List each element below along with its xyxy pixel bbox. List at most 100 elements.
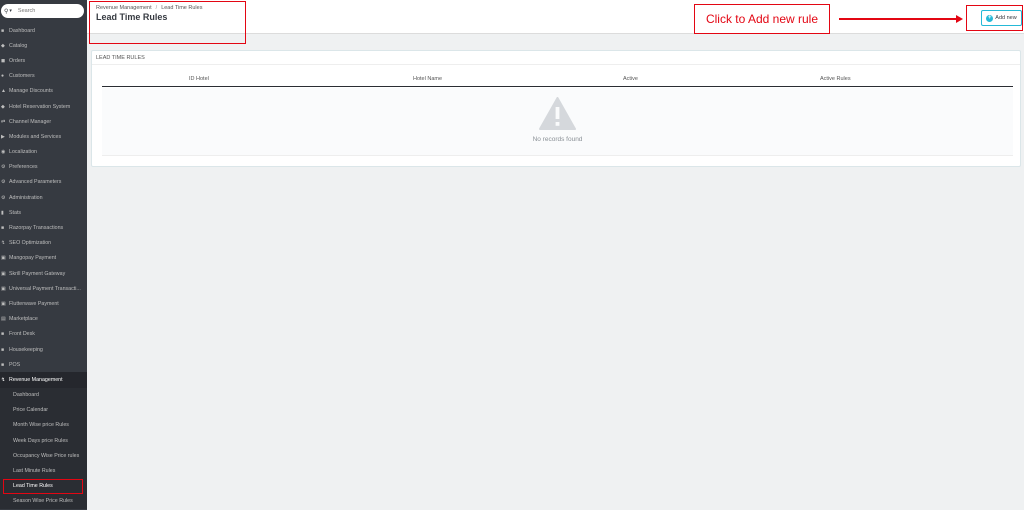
- sidebar-item-label: POS: [9, 361, 21, 368]
- catalog-icon: ◆: [1, 42, 5, 49]
- sidebar-item-label: Housekeeping: [9, 346, 43, 353]
- revenue-submenu: Dashboard Price Calendar Month Wise price …: [0, 387, 87, 509]
- page-header: Revenue Management / Lead Time Rules Lead …: [87, 0, 1024, 44]
- sidebar-item[interactable]: ↯ SEO Optimization: [0, 236, 87, 251]
- add-new-button[interactable]: + Add new: [981, 10, 1022, 26]
- annotation-arrow: [839, 18, 960, 20]
- orders-icon: ◼: [1, 57, 6, 64]
- sidebar-item[interactable]: ◆ Catalog: [0, 38, 87, 53]
- sidebar-item-label: Catalog: [9, 42, 28, 49]
- sidebar-item[interactable]: ⇄ Channel Manager: [0, 114, 87, 129]
- razorpay-icon: ■: [1, 225, 5, 232]
- pos-icon: ■: [1, 361, 5, 368]
- sidebar-item-label: Customers: [9, 73, 35, 80]
- sidebar-item-label: Channel Manager: [9, 118, 52, 125]
- sidebar-item[interactable]: ⚙ Preferences: [0, 160, 87, 175]
- sidebar-item[interactable]: ⚙ Administration: [0, 190, 87, 205]
- sidebar-item-label: Stats: [9, 209, 22, 216]
- column-active-rules[interactable]: Active Rules: [820, 76, 851, 82]
- sidebar-item-label: Front Desk: [9, 331, 35, 338]
- sidebar-item[interactable]: ▮ Stats: [0, 205, 87, 220]
- sidebar-item-label: Dashboard: [9, 27, 35, 34]
- sidebar: ⚲ ▾ ■ Dashboard ◆ Catalog ◼Orders ● Customers ▲…: [0, 0, 87, 510]
- search-icon: ⚲: [4, 8, 9, 15]
- sidebar-item[interactable]: ▣ Flutterwave Payment: [0, 296, 87, 311]
- seo-icon: ↯: [1, 240, 6, 247]
- submenu-item[interactable]: Occupancy Wise Price rules: [0, 448, 87, 463]
- preferences-icon: ⚙: [1, 164, 6, 171]
- sidebar-item-label: Universal Payment Transacti...: [9, 285, 81, 292]
- discounts-icon: ▲: [1, 88, 6, 95]
- title-highlight-box: [89, 1, 246, 44]
- sidebar-item[interactable]: ⚙ Advanced Parameters: [0, 175, 87, 190]
- sidebar-item[interactable]: ▣ Mangopay Payment: [0, 251, 87, 266]
- no-records-message: No records found: [532, 136, 583, 143]
- dashboard-icon: ■: [1, 27, 5, 34]
- stats-icon: ▮: [1, 209, 4, 216]
- sidebar-item[interactable]: ◆ Hotel Reservation System: [0, 99, 87, 114]
- column-hotel-name[interactable]: Hotel Name: [413, 76, 442, 82]
- sidebar-item-label: Skrill Payment Gateway: [9, 270, 66, 277]
- submenu-item-current[interactable]: Lead Time Rules: [3, 478, 83, 494]
- caret-down-icon[interactable]: ▾: [9, 8, 12, 14]
- administration-icon: ⚙: [1, 194, 6, 201]
- sidebar-item-label: Administration: [9, 194, 43, 201]
- sidebar-item[interactable]: ■ Front Desk: [0, 327, 87, 342]
- annotation-callout: Click to Add new rule: [694, 4, 830, 34]
- sidebar-item-label: Advanced Parameters: [9, 179, 62, 186]
- sidebar-item[interactable]: ◉ Localization: [0, 145, 87, 160]
- sidebar-item-label: Modules and Services: [9, 133, 62, 140]
- sidebar-item-label: Marketplace: [9, 316, 38, 323]
- sidebar-item[interactable]: ■ POS: [0, 357, 87, 372]
- sidebar-item[interactable]: ▣ Skrill Payment Gateway: [0, 266, 87, 281]
- sidebar-item-label: Revenue Management: [9, 376, 63, 383]
- sidebar-item[interactable]: ● Customers: [0, 69, 87, 84]
- search-box[interactable]: ⚲ ▾: [1, 4, 84, 18]
- submenu-item[interactable]: Month Wise price Rules: [0, 418, 87, 433]
- table-body: No records found: [102, 88, 1013, 156]
- marketplace-icon: ▤: [1, 316, 6, 323]
- frontdesk-icon: ■: [1, 331, 5, 338]
- sidebar-nav: ■ Dashboard ◆ Catalog ◼ Orders ● Customers ▲ Mana…: [0, 23, 87, 509]
- table-header: ID Hotel Hotel Name Active Active Rules: [102, 72, 1013, 87]
- sidebar-item-label: Orders: [9, 57, 26, 64]
- plus-circle-icon: +: [986, 14, 994, 22]
- modules-icon: ▶: [1, 133, 5, 140]
- annotation-arrowhead: [956, 14, 963, 23]
- sidebar-item[interactable]: ▲ Manage Discounts: [0, 84, 87, 99]
- column-active[interactable]: Active: [623, 76, 638, 82]
- sidebar-item[interactable]: ↯ Revenue Management: [0, 372, 87, 388]
- sidebar-item[interactable]: ▶ Modules and Services: [0, 129, 87, 144]
- sidebar-item-label: Razorpay Transactions: [9, 225, 64, 232]
- add-new-label: Add new: [995, 15, 1017, 21]
- revenue-icon: ↯: [1, 376, 6, 383]
- sidebar-item-label: Preferences: [9, 164, 38, 171]
- column-id-hotel[interactable]: ID Hotel: [189, 76, 209, 82]
- sidebar-item[interactable]: ▤ Marketplace: [0, 312, 87, 327]
- lead-time-rules-panel: LEAD TIME RULES ID Hotel Hotel Name Acti…: [91, 50, 1021, 167]
- sidebar-item[interactable]: ■ Housekeeping: [0, 342, 87, 357]
- sidebar-item-label: Flutterwave Payment: [9, 300, 59, 307]
- sidebar-item-label: Hotel Reservation System: [9, 103, 71, 110]
- submenu-item[interactable]: Season Wise Price Rules: [0, 494, 87, 509]
- sidebar-item-label: Mangopay Payment: [9, 255, 57, 262]
- submenu-item[interactable]: Week Days price Rules: [0, 433, 87, 448]
- housekeeping-icon: ■: [1, 346, 5, 353]
- sidebar-item[interactable]: ▣ Universal Payment Transacti...: [0, 281, 87, 296]
- localization-icon: ◉: [1, 149, 6, 156]
- search-input[interactable]: [17, 8, 68, 14]
- submenu-item[interactable]: Price Calendar: [0, 403, 87, 418]
- sidebar-item-label: Localization: [9, 149, 37, 156]
- submenu-item[interactable]: Last Minute Rules: [0, 463, 87, 478]
- payment-icon: ▣: [1, 285, 6, 292]
- sidebar-item[interactable]: ■ Dashboard: [0, 23, 87, 38]
- skrill-icon: ▣: [1, 270, 6, 277]
- mangopay-icon: ▣: [1, 255, 6, 262]
- panel-title: LEAD TIME RULES: [92, 51, 1020, 65]
- sidebar-item-label: SEO Optimization: [9, 240, 52, 247]
- sidebar-item[interactable]: ■ Razorpay Transactions: [0, 220, 87, 235]
- customers-icon: ●: [1, 73, 5, 80]
- channel-icon: ⇄: [1, 118, 6, 125]
- sidebar-item[interactable]: ◼ Orders: [0, 53, 87, 68]
- submenu-item[interactable]: Dashboard: [0, 388, 87, 403]
